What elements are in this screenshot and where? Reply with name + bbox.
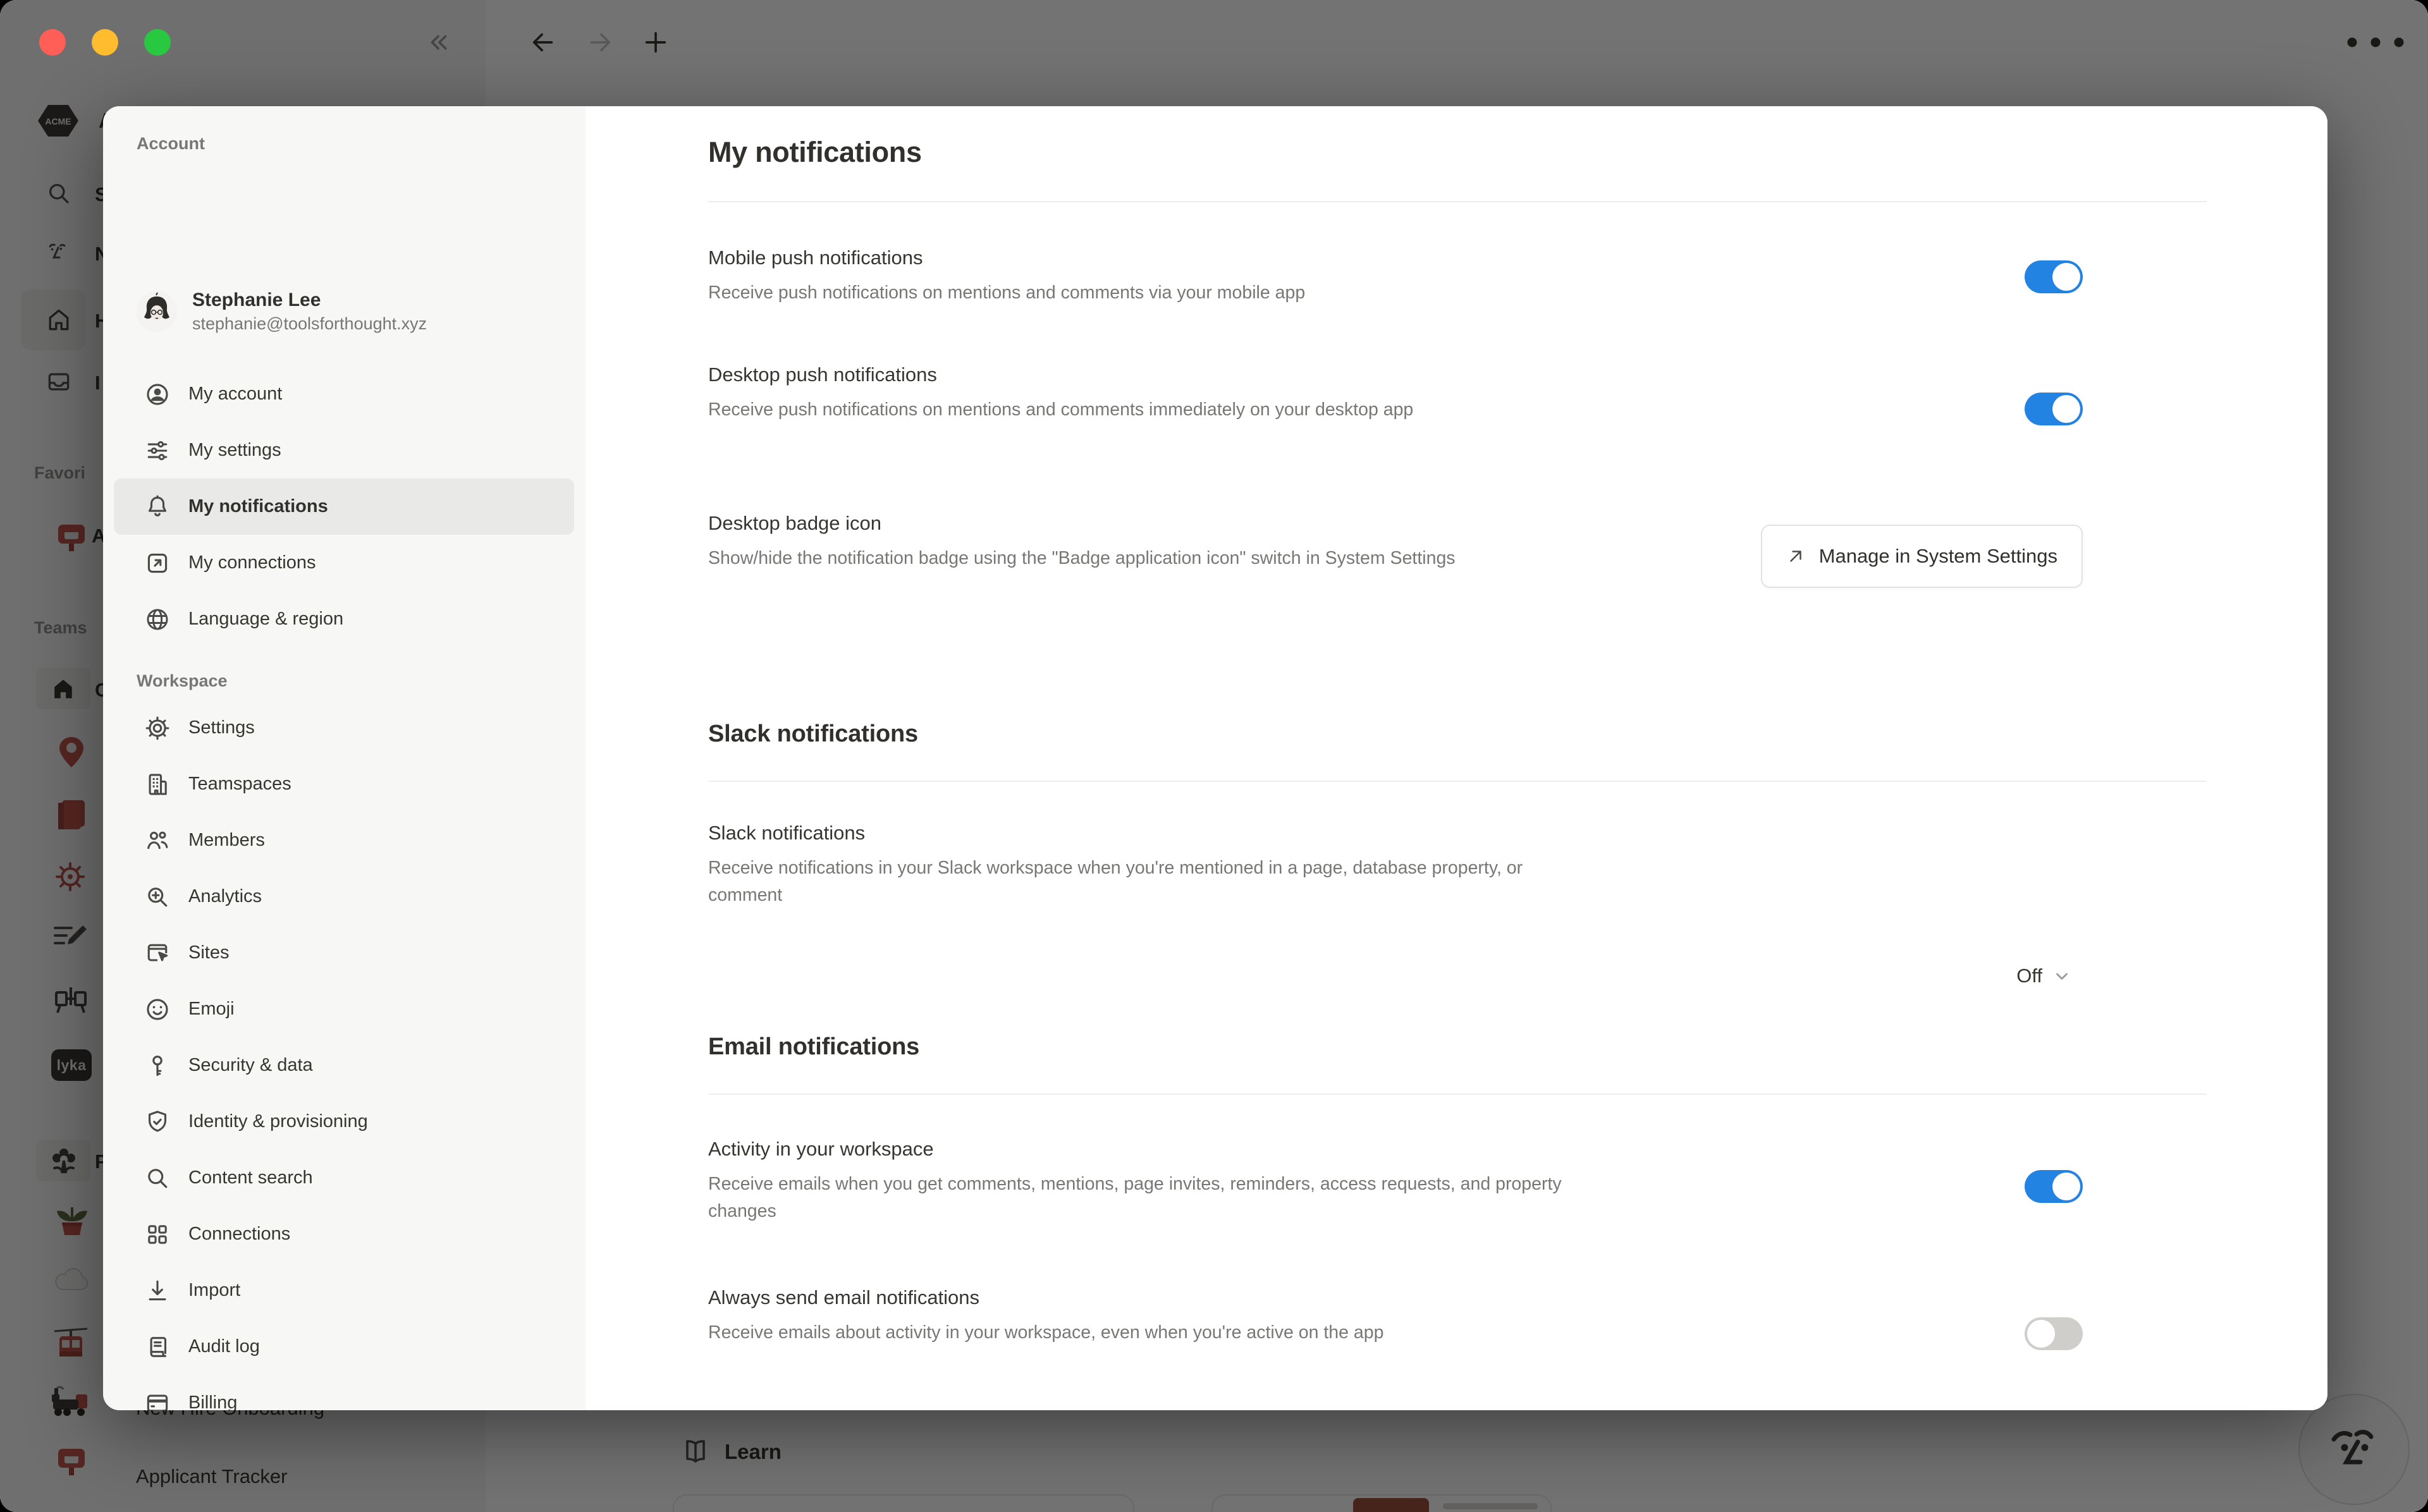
settings-nav-analytics[interactable]: Analytics	[114, 869, 574, 925]
settings-nav-audit-log[interactable]: Audit log	[114, 1319, 574, 1375]
slack-row-title: Slack notifications	[708, 822, 865, 844]
settings-nav-import[interactable]: Import	[114, 1262, 574, 1319]
desktop-badge-title: Desktop badge icon	[708, 512, 881, 535]
browser-cursor-icon	[144, 939, 171, 967]
activity-toggle[interactable]	[2025, 1170, 2083, 1203]
slack-section-heading: Slack notifications	[708, 721, 918, 748]
globe-icon	[144, 606, 171, 633]
settings-nav-my-connections[interactable]: My connections	[114, 535, 574, 591]
settings-content: My notifications Mobile push notificatio…	[586, 106, 2327, 1410]
mobile-push-title: Mobile push notifications	[708, 247, 923, 269]
desktop-push-title: Desktop push notifications	[708, 363, 937, 386]
arrow-up-right-icon	[1786, 547, 1805, 566]
screen: ACME A S N H I Favori A Teams C	[0, 0, 2428, 1512]
key-icon	[144, 1052, 171, 1080]
avatar	[137, 291, 177, 332]
person-circle-icon	[144, 381, 171, 408]
scroll-icon	[144, 1333, 171, 1361]
settings-nav-emoji[interactable]: Emoji	[114, 981, 574, 1037]
settings-modal: Account Stephanie Lee stephanie@toolsfor…	[103, 106, 2327, 1410]
settings-nav-list: My account My settings My notifications …	[114, 366, 574, 1410]
always-send-desc: Receive emails about activity in your wo…	[708, 1319, 1383, 1346]
bell-icon	[144, 493, 171, 521]
gear-icon	[144, 714, 171, 742]
magnifier-icon	[144, 1164, 171, 1192]
user-email: stephanie@toolsforthought.xyz	[192, 312, 427, 335]
sliders-icon	[144, 437, 171, 465]
dropdown-value: Off	[2016, 965, 2042, 987]
settings-nav-teamspaces[interactable]: Teamspaces	[114, 756, 574, 812]
smiley-icon	[144, 996, 171, 1023]
settings-nav-my-account[interactable]: My account	[114, 366, 574, 422]
settings-nav-sites[interactable]: Sites	[114, 925, 574, 981]
settings-nav-language-region[interactable]: Language & region	[114, 591, 574, 647]
arrow-down-icon	[144, 1277, 171, 1305]
settings-nav-connections[interactable]: Connections	[114, 1206, 574, 1262]
page-title: My notifications	[708, 136, 922, 169]
mobile-push-desc: Receive push notifications on mentions a…	[708, 279, 1305, 307]
zoom-window-button[interactable]	[144, 29, 171, 56]
settings-nav-my-notifications[interactable]: My notifications	[114, 479, 574, 535]
activity-title: Activity in your workspace	[708, 1138, 934, 1161]
settings-nav-content-search[interactable]: Content search	[114, 1150, 574, 1206]
minimize-window-button[interactable]	[92, 29, 118, 56]
settings-nav-my-settings[interactable]: My settings	[114, 422, 574, 479]
people-icon	[144, 827, 171, 855]
mobile-push-toggle[interactable]	[2025, 260, 2083, 293]
settings-nav-settings[interactable]: Settings	[114, 700, 574, 756]
magnifier-sparkle-icon	[144, 883, 171, 911]
manage-system-settings-button[interactable]: Manage in System Settings	[1761, 525, 2083, 588]
slack-notifications-dropdown[interactable]: Off	[2016, 965, 2071, 987]
arrow-up-right-square-icon	[144, 549, 171, 577]
credit-card-icon	[144, 1389, 171, 1411]
traffic-lights	[39, 29, 171, 56]
close-window-button[interactable]	[39, 29, 66, 56]
account-section-label: Account	[137, 134, 586, 154]
chevron-down-icon	[2052, 966, 2071, 985]
settings-nav-billing[interactable]: Billing	[114, 1375, 574, 1410]
activity-desc: Receive emails when you get comments, me…	[708, 1171, 1593, 1225]
slack-row-desc: Receive notifications in your Slack work…	[708, 855, 1568, 909]
grid-icon	[144, 1221, 171, 1248]
workspace-section-label: Workspace	[137, 671, 574, 691]
desktop-badge-desc: Show/hide the notification badge using t…	[708, 545, 1456, 572]
desktop-push-toggle[interactable]	[2025, 393, 2083, 425]
settings-nav-security-data[interactable]: Security & data	[114, 1037, 574, 1094]
email-section-heading: Email notifications	[708, 1033, 919, 1061]
settings-nav-members[interactable]: Members	[114, 812, 574, 869]
settings-nav-identity-provisioning[interactable]: Identity & provisioning	[114, 1094, 574, 1150]
divider	[708, 781, 2207, 782]
divider	[708, 201, 2207, 202]
shield-check-icon	[144, 1108, 171, 1136]
divider	[708, 1094, 2207, 1095]
always-send-title: Always send email notifications	[708, 1286, 979, 1309]
building-icon	[144, 771, 171, 798]
account-user-row[interactable]: Stephanie Lee stephanie@toolsforthought.…	[137, 288, 427, 335]
always-send-toggle[interactable]	[2025, 1317, 2083, 1350]
settings-sidebar: Account Stephanie Lee stephanie@toolsfor…	[103, 106, 586, 1410]
user-name: Stephanie Lee	[192, 288, 427, 312]
desktop-push-desc: Receive push notifications on mentions a…	[708, 396, 1413, 424]
